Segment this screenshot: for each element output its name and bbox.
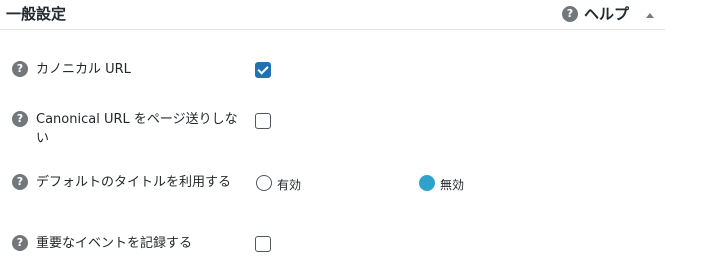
panel-header: 一般設定 ? ヘルプ [0,0,665,30]
setting-label: カノニカル URL [36,62,131,77]
help-icon[interactable]: ? [12,235,28,251]
help-icon[interactable]: ? [12,111,28,127]
log-events-checkbox[interactable] [255,236,271,252]
canonical-url-checkbox[interactable] [255,62,271,78]
help-icon: ? [562,5,578,22]
setting-label: デフォルトのタイトルを利用する [36,175,232,190]
setting-label: Canonical URL をページ送りしない [36,112,238,146]
default-title-enabled-radio[interactable] [256,175,272,191]
canonical-paginate-checkbox[interactable] [255,113,271,129]
radio-label-enabled: 有効 [277,178,302,192]
setting-label: 重要なイベントを記録する [36,236,193,251]
help-icon[interactable]: ? [12,61,28,77]
help-label: ヘルプ [584,5,630,23]
help-button[interactable]: ? ヘルプ [562,3,629,24]
default-title-disabled-radio[interactable] [419,175,435,191]
collapse-toggle-icon[interactable] [646,13,654,18]
help-icon[interactable]: ? [12,174,28,190]
radio-label-disabled: 無効 [440,178,465,192]
panel-title: 一般設定 [6,5,67,23]
